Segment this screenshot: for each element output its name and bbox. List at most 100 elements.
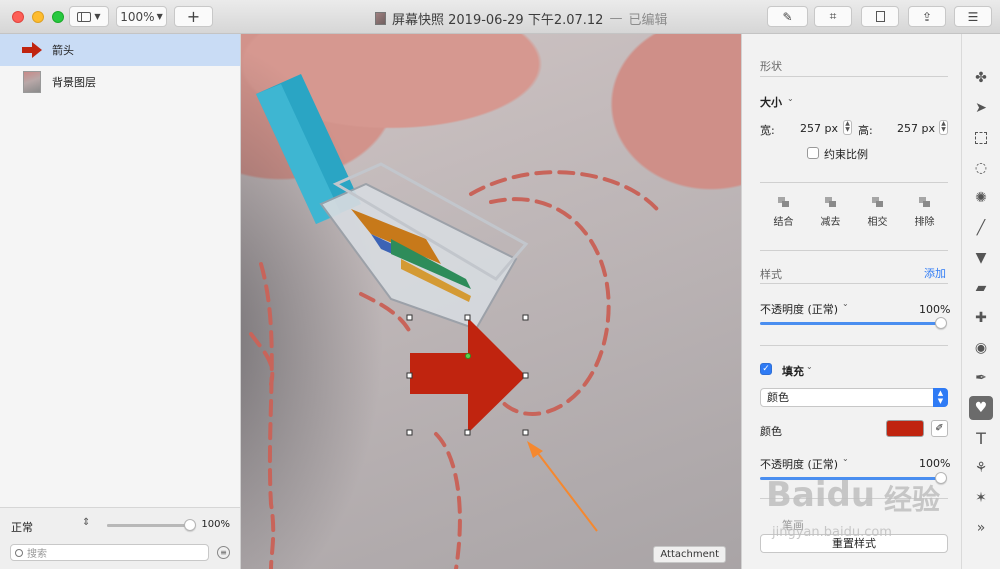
fill-type-select[interactable]: 颜色 ▲ ▼ <box>760 388 948 407</box>
add-button[interactable]: + <box>174 6 213 27</box>
reset-style-label: 重置样式 <box>832 537 876 550</box>
title-separator: — <box>609 11 623 26</box>
slider-knob[interactable] <box>935 317 947 329</box>
sidebar-view-icon <box>77 11 92 22</box>
layer-opacity-value: 100% <box>201 519 230 530</box>
fill-opacity-slider[interactable] <box>760 472 947 484</box>
photo-thumbnail-icon <box>22 71 42 93</box>
subtract-icon <box>824 197 837 207</box>
divider <box>760 182 948 183</box>
zoom-window-button[interactable] <box>52 11 64 23</box>
fill-opacity-label[interactable]: 不透明度 (正常) <box>760 456 838 472</box>
eraser-tool-icon[interactable]: ▰ <box>969 276 993 300</box>
layer-item-background[interactable]: 背景图层 <box>0 66 240 98</box>
layer-label: 箭头 <box>52 44 74 57</box>
image-canvas[interactable]: Attachment <box>241 34 741 569</box>
ethernet-cable <box>256 74 529 331</box>
width-stepper[interactable]: ▲ ▼ <box>843 120 852 135</box>
combine-icon <box>777 197 790 207</box>
magic-select-tool-icon[interactable]: ✺ <box>969 186 993 210</box>
arrow-icon <box>22 40 42 60</box>
reset-style-button[interactable]: 重置样式 <box>760 534 948 553</box>
slider-knob[interactable] <box>184 519 196 531</box>
filter-button[interactable]: ≡ <box>217 546 230 559</box>
layers-sidebar: 箭头 背景图层 正常 ⇕ 100% 搜索 ≡ <box>0 34 241 569</box>
share-button[interactable]: ⇪ <box>908 6 946 27</box>
text-tool-icon[interactable]: T <box>969 426 993 450</box>
document-button[interactable] <box>861 6 899 27</box>
subtract-button[interactable]: 减去 <box>807 194 854 234</box>
crop-button[interactable]: ⌗ <box>814 6 852 27</box>
divider <box>760 250 948 251</box>
close-window-button[interactable] <box>12 11 24 23</box>
shape-tool-icon[interactable]: ♥ <box>969 396 993 420</box>
style-opacity-slider[interactable] <box>760 317 947 329</box>
eyedropper-button[interactable]: ✐ <box>931 420 948 437</box>
view-menu-button[interactable]: ▼ <box>69 6 109 27</box>
chevron-down-icon: ▼ <box>94 12 101 21</box>
width-label: 宽: <box>760 124 775 137</box>
constrain-label: 约束比例 <box>824 148 868 161</box>
document-thumbnail-icon <box>375 12 386 25</box>
slider-knob[interactable] <box>935 472 947 484</box>
rect-select-tool-icon[interactable] <box>969 126 993 150</box>
red-arrow-shape[interactable] <box>410 318 526 433</box>
layer-item-arrow[interactable]: 箭头 <box>0 34 240 66</box>
edited-status: 已编辑 <box>628 13 668 28</box>
updown-chevron-icon: ⇕ <box>82 517 91 528</box>
chevron-down-icon: ⌄ <box>806 362 813 371</box>
dashed-line <box>434 432 462 569</box>
markup-button[interactable]: ✎ <box>767 6 808 27</box>
intersect-label: 相交 <box>867 217 888 228</box>
share-icon: ⇪ <box>921 9 933 24</box>
search-input[interactable]: 搜索 <box>10 544 209 561</box>
opacity-label[interactable]: 不透明度 (正常) <box>760 301 838 317</box>
constrain-checkbox[interactable] <box>807 147 819 159</box>
bucket-tool-icon[interactable]: ▼ <box>969 246 993 270</box>
brush-tool-icon[interactable]: ╱ <box>969 216 993 240</box>
shape-section-title: 形状 <box>760 60 782 73</box>
intersect-button[interactable]: 相交 <box>854 194 901 234</box>
fill-bucket-tool-icon[interactable]: ✤ <box>969 66 993 90</box>
fill-type-value: 颜色 <box>767 391 789 404</box>
lasso-tool-icon[interactable]: ◌ <box>969 156 993 180</box>
title-text: 屏幕快照 2019-06-29 下午2.07.12 <box>392 13 604 28</box>
height-stepper[interactable]: ▲ ▼ <box>939 120 948 135</box>
effects-tool-icon[interactable]: ✶ <box>969 486 993 510</box>
bandage-tool-icon[interactable]: ✚ <box>969 306 993 330</box>
pointer-tool-icon[interactable]: ➤ <box>969 96 993 120</box>
color-adjust-tool-icon[interactable]: ⚘ <box>969 456 993 480</box>
intersect-icon <box>871 197 884 207</box>
more-tools-icon[interactable]: » <box>969 516 993 540</box>
combine-button[interactable]: 结合 <box>760 194 807 234</box>
dashed-line <box>469 170 663 216</box>
chevron-down-icon: ▼ <box>156 12 163 21</box>
fill-checkbox[interactable]: ✓ <box>760 363 772 375</box>
chevron-down-icon: ⌄ <box>787 94 794 103</box>
pen-tool-icon[interactable]: ✒ <box>969 366 993 390</box>
inspector-toggle-button[interactable]: ☰ <box>954 6 992 27</box>
attachment-label: Attachment <box>653 546 726 563</box>
height-field[interactable]: 257 px <box>897 122 935 135</box>
clone-tool-icon[interactable]: ◉ <box>969 336 993 360</box>
layer-controls: 正常 ⇕ 100% 搜索 ≡ <box>0 507 240 569</box>
width-field[interactable]: 257 px <box>800 122 838 135</box>
sliders-icon: ☰ <box>967 9 979 24</box>
size-menu[interactable]: 大小 <box>760 94 782 110</box>
layer-opacity-slider[interactable] <box>107 519 196 531</box>
zoom-menu-button[interactable]: 100% ▼ <box>116 6 167 27</box>
height-label: 高: <box>858 124 873 137</box>
exclude-button[interactable]: 排除 <box>901 194 948 234</box>
updown-chevron-icon: ▲ ▼ <box>933 388 948 407</box>
divider <box>760 345 948 346</box>
fill-color-swatch[interactable] <box>886 420 924 437</box>
search-placeholder: 搜索 <box>27 549 47 560</box>
blend-mode-select[interactable]: 正常 <box>11 519 33 535</box>
fill-menu[interactable]: 填充 <box>782 363 804 379</box>
exclude-label: 排除 <box>914 217 935 228</box>
zoom-value: 100% <box>120 9 155 24</box>
tool-rail: ✤ ➤ ◌ ✺ ╱ ▼ ▰ ✚ ◉ ✒ ♥ T ⚘ ✶ » <box>961 34 1000 569</box>
minimize-window-button[interactable] <box>32 11 44 23</box>
divider <box>760 498 948 499</box>
add-style-link[interactable]: 添加 <box>924 265 946 281</box>
